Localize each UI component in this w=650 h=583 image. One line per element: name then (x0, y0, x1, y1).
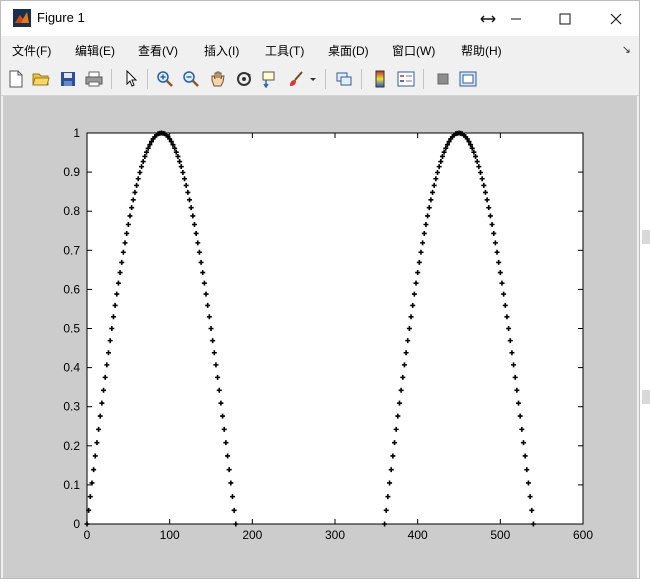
zoom-out-icon[interactable] (181, 69, 201, 89)
menu-desktop[interactable]: 桌面(D) (328, 42, 369, 59)
open-file-icon[interactable] (31, 69, 51, 89)
edit-plot-arrow-icon[interactable] (121, 69, 141, 89)
y-tick-label: 0 (73, 517, 80, 531)
pan-hand-icon[interactable] (208, 69, 228, 89)
toolbar-separator (361, 69, 362, 89)
menu-view[interactable]: 查看(V) (138, 42, 178, 59)
x-tick-label: 500 (490, 528, 510, 542)
window-title: Figure 1 (37, 10, 85, 25)
axes-plot[interactable]: 0 100 200 300 400 500 600 0 0.1 0.2 0.3 0.4 0.5 0.6 0.… (3, 96, 637, 578)
y-tick-label: 0.3 (63, 400, 80, 414)
x-tick-label: 400 (408, 528, 428, 542)
x-tick-label: 0 (84, 528, 91, 542)
menu-help[interactable]: 帮助(H) (461, 42, 502, 59)
y-tick-label: 0.1 (63, 478, 80, 492)
matlab-logo-icon (13, 9, 31, 27)
y-tick-label: 0.5 (63, 322, 80, 336)
show-plot-tools-icon[interactable] (458, 69, 478, 89)
x-tick-label: 300 (325, 528, 345, 542)
x-tick-label: 600 (573, 528, 593, 542)
legend-icon[interactable] (396, 69, 416, 89)
background-window-fragment (642, 390, 650, 404)
menu-file[interactable]: 文件(F) (12, 42, 51, 59)
background-window-fragment (642, 230, 650, 244)
title-bar[interactable]: Figure 1 (1, 1, 639, 36)
x-tick-label: 200 (242, 528, 262, 542)
background-window-edge (640, 0, 650, 583)
menu-edit[interactable]: 编辑(E) (75, 42, 115, 59)
figure-canvas: 0 100 200 300 400 500 600 0 0.1 0.2 0.3 0.4 0.5 0.6 0.… (3, 96, 637, 578)
toolbar-separator (147, 69, 148, 89)
x-tick-label: 100 (160, 528, 180, 542)
save-icon[interactable] (58, 69, 78, 89)
menu-window[interactable]: 窗口(W) (392, 42, 435, 59)
y-tick-label: 0.6 (63, 282, 80, 296)
print-icon[interactable] (84, 69, 104, 89)
new-figure-icon[interactable] (6, 69, 26, 89)
zoom-in-icon[interactable] (155, 69, 175, 89)
brush-dropdown-icon[interactable] (307, 69, 319, 89)
figure-window: Figure 1 文件(F) 编辑(E) 查看(V) 插入(I) 工具(T) 桌… (0, 0, 640, 579)
rotate-3d-icon[interactable] (234, 69, 254, 89)
data-cursor-icon[interactable] (260, 69, 280, 89)
link-plot-icon[interactable] (334, 69, 354, 89)
menu-overflow-icon[interactable]: ↘ (622, 43, 631, 56)
y-tick-label: 0.8 (63, 204, 80, 218)
y-tick-label: 0.4 (63, 361, 80, 375)
hide-plot-tools-icon[interactable] (433, 69, 453, 89)
toolbar-separator (111, 69, 112, 89)
menu-insert[interactable]: 插入(I) (204, 42, 239, 59)
menu-bar: 文件(F) 编辑(E) 查看(V) 插入(I) 工具(T) 桌面(D) 窗口(W… (1, 37, 639, 63)
y-tick-label: 0.2 (63, 439, 80, 453)
y-tick-label: 0.7 (63, 243, 80, 257)
maximize-button[interactable] (542, 1, 588, 36)
minimize-button[interactable] (493, 1, 539, 36)
colorbar-icon[interactable] (370, 69, 390, 89)
toolbar-separator (423, 69, 424, 89)
y-tick-label: 1 (73, 126, 80, 140)
figure-toolbar (1, 63, 639, 96)
toolbar-separator (325, 69, 326, 89)
menu-tools[interactable]: 工具(T) (265, 42, 304, 59)
close-button[interactable] (593, 1, 639, 36)
brush-icon[interactable] (286, 69, 306, 89)
y-tick-label: 0.9 (63, 165, 80, 179)
